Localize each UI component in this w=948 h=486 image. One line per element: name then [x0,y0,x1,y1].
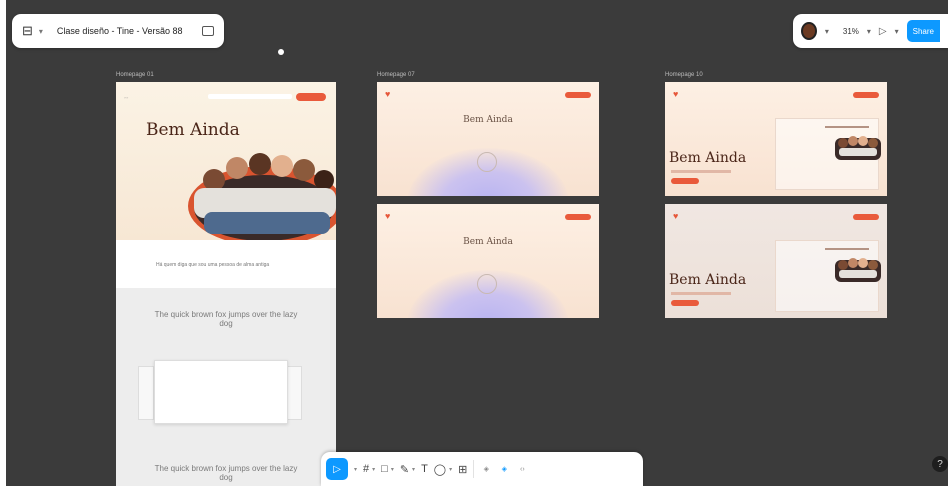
cta-button [565,214,591,220]
share-button[interactable]: Share [906,20,940,42]
cta-button [853,214,879,220]
heart-logo-icon: ♥ [385,211,391,221]
panel-line [825,126,869,128]
cta-button [853,92,879,98]
group-photo-image [835,258,881,282]
cta-button [296,93,326,101]
body-text: The quick brown fox jumps over the lazy … [154,464,298,482]
prototype-mode-icon[interactable]: ◈ [498,463,510,475]
chevron-down-icon[interactable]: ▾ [867,27,871,36]
heart-logo-icon: ♥ [385,89,391,99]
rectangle-tool-icon[interactable]: □ ▾ [381,463,394,475]
frame-label[interactable]: Homepage 07 [377,72,415,78]
body-text: The quick brown fox jumps over the lazy … [154,310,298,328]
frame-homepage-10-a[interactable]: ♥ Bem Ainda [665,82,887,196]
frame-title: Bem Ainda [669,272,747,288]
chevron-down-icon[interactable]: ▾ [895,27,899,36]
tool-options-chevron-icon[interactable]: ▾ [354,466,357,473]
toggle-sidebar-icon[interactable] [202,26,214,36]
dev-mode-icon[interactable]: ‹› [516,463,528,475]
move-tool-icon[interactable]: ▷ [326,458,348,480]
group-photo-image [188,153,336,240]
file-menu-pill[interactable]: ⊟ ▾ Clase diseño - Tine - Versão 88 [12,14,224,48]
carousel-card [286,366,302,420]
frame-label[interactable]: Homepage 01 [116,72,154,78]
design-mode-icon[interactable]: ◈ [480,463,492,475]
frame-homepage-01[interactable]: ◦◦◦ Bem Ainda Há quem diga que sou uma p… [116,82,336,486]
chevron-down-icon[interactable]: ▾ [39,27,43,36]
frame-title: Bem Ainda [669,150,747,166]
circle-icon [477,152,497,172]
subtitle-line [671,292,731,295]
frame-title: Bem Ainda [463,115,513,125]
nav-logo-icon: ◦◦◦ [124,95,129,100]
frame-label[interactable]: Homepage 10 [665,72,703,78]
zoom-level[interactable]: 31% [843,27,859,36]
text-tool-icon[interactable]: T [421,463,428,475]
circle-icon [477,274,497,294]
top-right-toolbar: ▾ 31% ▾ ▷ ▾ Share [793,14,948,48]
nav-links [208,94,292,99]
cta-button [671,300,699,306]
figma-menu-icon[interactable]: ⊟ [22,23,33,39]
hero-title: Bem Ainda [146,120,240,140]
pen-tool-icon[interactable]: ✎ ▾ [400,463,415,476]
heart-logo-icon: ♥ [673,89,679,99]
subtitle-line [671,170,731,173]
help-button[interactable]: ? [932,456,948,472]
user-avatar-icon[interactable] [801,22,817,40]
divider [473,460,475,478]
carousel-card [138,366,154,420]
cta-button [671,178,699,184]
comment-tool-icon[interactable]: ◯ ▾ [434,463,452,476]
bottom-toolbar: ▷ ▾ # ▾ □ ▾ ✎ ▾ T ◯ ▾ ⊞ ◈ ◈ ‹› [321,452,643,486]
present-play-icon[interactable]: ▷ [879,26,887,37]
intro-text: Há quem diga que sou uma pessoa de alma … [156,262,270,268]
actions-tool-icon[interactable]: ⊞ [458,463,467,476]
frame-tool-icon[interactable]: # ▾ [363,463,375,475]
frame-homepage-10-b[interactable]: ♥ Bem Ainda [665,204,887,318]
frame-homepage-07-a[interactable]: ♥ Bem Ainda [377,82,599,196]
panel-line [825,248,869,250]
carousel-card [154,360,288,424]
file-name[interactable]: Clase diseño - Tine - Versão 88 [57,26,183,36]
frame-homepage-07-b[interactable]: ♥ Bem Ainda [377,204,599,318]
cursor-icon [278,49,284,55]
chevron-down-icon[interactable]: ▾ [825,27,829,36]
heart-logo-icon: ♥ [673,211,679,221]
group-photo-image [835,136,881,160]
frame-title: Bem Ainda [463,237,513,247]
cta-button [565,92,591,98]
